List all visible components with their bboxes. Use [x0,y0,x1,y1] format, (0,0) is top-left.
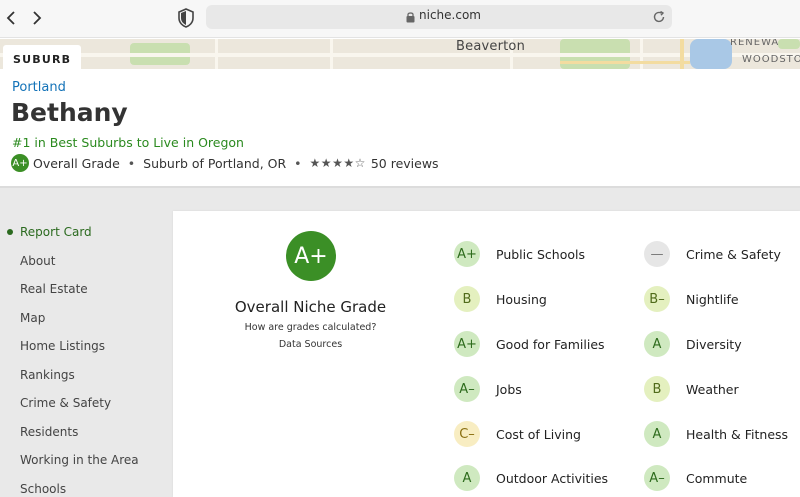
data-sources-link[interactable]: Data Sources [173,339,448,350]
lock-icon [406,12,415,23]
overall-niche-grade-badge: A+ [286,231,336,281]
grade-badge: B– [644,286,670,312]
overall-grade-badge: A+ [11,154,29,172]
rating-stars-icon: ★★★★☆ [309,156,366,170]
grade-item-good-for-families[interactable]: A+ Good for Families [454,331,605,357]
grade-badge: A+ [454,331,480,357]
ranking-link[interactable]: #1 in Best Suburbs to Live in Oregon [12,135,244,150]
place-header: Portland Bethany #1 in Best Suburbs to L… [0,69,800,187]
back-button[interactable] [0,7,22,29]
grade-item-commute[interactable]: A– Commute [644,465,747,491]
map-banner[interactable]: Beaverton RENEWA WOODSTO [0,39,800,69]
grade-item-nightlife[interactable]: B– Nightlife [644,286,739,312]
grade-label: Outdoor Activities [496,470,609,486]
separator-dot: • [127,155,136,171]
sidebar-item-working[interactable]: Working in the Area [20,453,139,467]
grade-badge: A [454,465,480,491]
grade-item-crime-safety[interactable]: — Crime & Safety [644,241,781,267]
page-title: Bethany [11,98,128,127]
sidebar-item-report-card[interactable]: Report Card [20,225,92,239]
sidebar-item-about[interactable]: About [20,254,55,268]
grade-label: Cost of Living [496,426,581,442]
grade-badge: — [644,241,670,267]
grade-badge: B [644,376,670,402]
breadcrumb-link[interactable]: Portland [12,80,66,95]
suburb-tag: SUBURB [3,45,81,71]
sidebar-item-crime-safety[interactable]: Crime & Safety [20,396,111,410]
reload-icon[interactable] [652,10,666,24]
grade-badge: A– [644,465,670,491]
grade-item-cost-of-living[interactable]: C– Cost of Living [454,421,581,447]
grade-badge: C– [454,421,480,447]
grade-badge: A [644,421,670,447]
grade-label: Weather [686,381,739,397]
grade-label: Diversity [686,336,742,352]
grade-label: Health & Fitness [686,426,789,442]
grade-badge: A [644,331,670,357]
reviews-link[interactable]: 50 reviews [371,156,439,171]
grade-label: Nightlife [686,291,739,307]
address-bar[interactable]: niche.com [206,5,672,29]
grade-item-jobs[interactable]: A– Jobs [454,376,522,402]
grade-item-weather[interactable]: B Weather [644,376,739,402]
grade-badge: A+ [454,241,480,267]
grade-item-diversity[interactable]: A Diversity [644,331,742,357]
forward-button[interactable] [26,7,48,29]
grade-item-housing[interactable]: B Housing [454,286,547,312]
sidebar-item-rankings[interactable]: Rankings [20,368,75,382]
browser-toolbar: niche.com [0,0,800,38]
grade-item-health-fitness[interactable]: A Health & Fitness [644,421,788,447]
map-area-label: WOODSTO [742,54,800,65]
active-indicator [7,229,13,235]
sidebar-item-residents[interactable]: Residents [20,425,78,439]
overall-grade-label: Overall Grade [33,155,120,171]
shield-icon[interactable] [177,8,195,28]
grade-badge: A– [454,376,480,402]
grade-label: Housing [496,291,547,307]
grade-item-public-schools[interactable]: A+ Public Schools [454,241,585,267]
grades-calculation-link[interactable]: How are grades calculated? [173,322,448,333]
grade-item-outdoor-activities[interactable]: A Outdoor Activities [454,465,608,491]
sidebar-item-real-estate[interactable]: Real Estate [20,282,88,296]
grade-label: Public Schools [496,246,585,262]
chevron-left-icon [6,11,15,25]
grade-label: Jobs [496,381,522,397]
header-meta: A+ Overall Grade • Suburb of Portland, O… [11,153,439,173]
grade-label: Crime & Safety [686,246,781,262]
sidebar-item-schools[interactable]: Schools [20,482,66,496]
url-text: niche.com [419,8,481,22]
grade-badge: B [454,286,480,312]
map-area-label: RENEWA [730,39,780,48]
grade-label: Commute [686,470,748,486]
separator-dot: • [294,155,302,171]
grade-label: Good for Families [496,336,605,352]
overall-niche-grade-title: Overall Niche Grade [234,298,387,316]
sidebar-item-map[interactable]: Map [20,311,45,325]
chevron-right-icon [33,11,42,25]
location-text: Suburb of Portland, OR [143,155,287,171]
sidebar-item-home-listings[interactable]: Home Listings [20,339,105,353]
map-city-label: Beaverton [456,39,526,54]
